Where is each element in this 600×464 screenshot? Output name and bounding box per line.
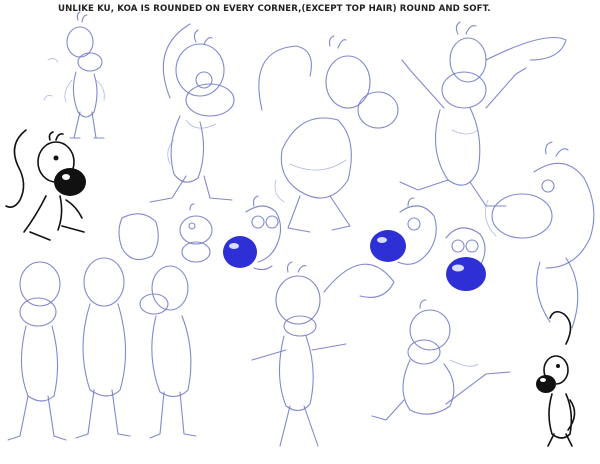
sketch-figure-leaning — [149, 23, 235, 203]
sketch-figure-dancing — [251, 261, 395, 447]
sketch-artwork — [5, 11, 595, 447]
koa-blue-nose-faces-right — [370, 197, 486, 291]
sketch-figure-jumping — [399, 21, 567, 207]
sketch-heads-center — [118, 203, 213, 263]
model-sheet: UNLIKE KU, KOA IS ROUNDED ON EVERY CORNE… — [0, 0, 600, 464]
sketch-figure-crouching — [258, 35, 399, 233]
sketch-turnaround-figures — [7, 257, 197, 441]
sketch-figure-kneeling — [371, 299, 511, 421]
koa-blue-nose-face-center — [223, 195, 282, 271]
inked-koa-sitting — [5, 129, 86, 241]
sketch-figure-standing-small — [43, 11, 105, 139]
inked-koa-standing — [536, 310, 576, 447]
sketch-large-profile-head — [484, 141, 595, 329]
